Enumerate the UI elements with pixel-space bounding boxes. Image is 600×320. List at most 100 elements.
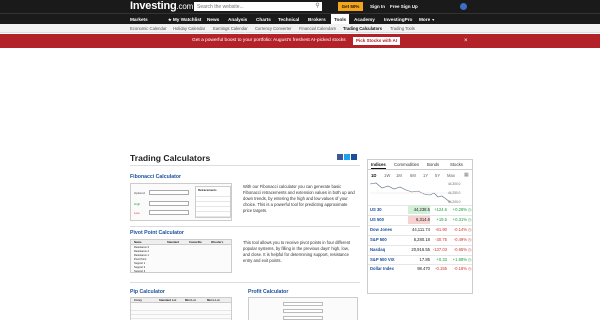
period-1m[interactable]: 1M (396, 173, 402, 178)
quote-change: -30.75 (435, 236, 447, 242)
period-6m[interactable]: 6M (410, 173, 416, 178)
title-divider (130, 165, 360, 166)
quote-name[interactable]: US 500 (370, 216, 384, 224)
period-5y[interactable]: 5Y (435, 173, 440, 178)
quote-name[interactable]: US 30 (370, 206, 382, 214)
clock-icon: ◷ (468, 216, 472, 222)
table-row[interactable]: US 500 6,314.6 +19.5 +0.31% ◷ (368, 214, 472, 224)
quote-change-pct: -0.49% (453, 236, 467, 242)
fibonacci-description: With our Fibonacci calculator you can ge… (243, 184, 355, 213)
clock-icon: ◷ (468, 246, 472, 252)
quote-change: +19.5 (436, 216, 447, 222)
period-max[interactable]: Max (447, 173, 455, 178)
pivot-col-woodies: Woodie's (211, 240, 224, 244)
table-row[interactable]: Nasdaq 20,916.55 -137.03 -0.65% ◷ (368, 244, 472, 254)
pip-thumbnail[interactable]: Crncy Standard Lot Mini Lot Micro Lot (130, 297, 232, 320)
pivot-row-label: Support 2 (134, 266, 146, 269)
subnav-currency-converter[interactable]: Currency Converter (255, 24, 292, 33)
clock-icon: ◷ (468, 207, 472, 212)
pivot-col-name: Name (134, 240, 142, 244)
fibonacci-calculator-link[interactable]: Fibonacci Calculator (130, 174, 181, 180)
quote-last: 44,111.74 (411, 226, 430, 232)
pivot-point-calculator-link[interactable]: Pivot Point Calculator (130, 230, 184, 236)
pip-calculator-link[interactable]: Pip Calculator (130, 289, 165, 295)
pip-col-micro: Micro Lot (207, 298, 220, 302)
period-1y[interactable]: 1Y (423, 173, 428, 178)
subnav-economic-calendar[interactable]: Economic Calendar (130, 24, 167, 33)
fib-input (149, 210, 189, 215)
table-row[interactable]: S&P 500 VIX 17.85 +0.33 +1.88% ◷ (368, 254, 472, 264)
quote-change-pct: +0.31% (452, 216, 467, 222)
pivot-row-label: Resistance 3 (134, 246, 149, 249)
quote-name[interactable]: Dollar Index (370, 265, 394, 273)
pivot-col-camarilla: Camarilla (189, 240, 202, 244)
quote-name[interactable]: S&P 500 (370, 236, 387, 244)
fib-input (149, 201, 189, 206)
pivot-col-standard: Standard (167, 240, 180, 244)
fib-label-low: Low (134, 211, 140, 215)
tab-bonds[interactable]: Bonds (427, 161, 439, 169)
logo[interactable]: Investing.com (130, 0, 193, 12)
pivot-row-label: Pivot Point (134, 258, 147, 261)
banner-text: Get a powerful boost to your portfolio: … (192, 38, 346, 43)
quote-last: 17.85 (419, 256, 430, 262)
pip-col-mini: Mini Lot (185, 298, 196, 302)
quote-last: 98.470 (417, 266, 430, 272)
pick-stocks-button[interactable]: Pick Stocks with AI (353, 37, 400, 45)
subnav-earnings-calendar[interactable]: Earnings Calendar (213, 24, 248, 33)
promo-banner: Get a powerful boost to your portfolio: … (0, 34, 600, 48)
axis-label: 44,300.0 (448, 182, 461, 186)
search-input[interactable] (194, 2, 322, 11)
fib-results: Retracements (195, 186, 231, 218)
subnav-holiday-calendar[interactable]: Holiday Calendar (173, 24, 205, 33)
clock-icon: ◷ (468, 256, 472, 262)
period-1d[interactable]: 1D (371, 173, 376, 178)
subnav-financial-calendars[interactable]: Financial Calendars (299, 24, 336, 33)
tab-commodities[interactable]: Commodities (394, 161, 419, 169)
sign-in-link[interactable]: Sign In (370, 2, 385, 11)
quote-change-pct: -0.16% (453, 266, 467, 272)
pivot-row-label: Support 3 (134, 270, 146, 273)
table-row[interactable]: Dow Jones 44,111.74 -61.90 -0.14% ◷ (368, 224, 472, 234)
profit-thumbnail[interactable] (248, 297, 358, 320)
quote-name[interactable]: Nasdaq (370, 246, 385, 254)
table-row[interactable]: Dollar Index 98.470 -0.155 -0.16% ◷ (368, 264, 472, 272)
quote-name[interactable]: S&P 500 VIX (370, 256, 395, 264)
fib-input (149, 190, 189, 195)
quote-name[interactable]: Dow Jones (370, 226, 392, 234)
search-icon[interactable]: ⚲ (313, 2, 322, 11)
quote-change: -137.03 (432, 246, 447, 252)
fibonacci-thumbnail[interactable]: Uptrend High Low Retracements (130, 183, 232, 221)
fib-results-header: Retracements (198, 188, 217, 192)
profit-calculator-link[interactable]: Profit Calculator (248, 289, 288, 295)
table-row[interactable]: S&P 500 6,280.18 -30.75 -0.49% ◷ (368, 234, 472, 244)
period-1w[interactable]: 1W (384, 173, 390, 178)
facebook-share-icon[interactable] (337, 154, 343, 160)
quotes-widget: Indices Commodities Bonds Stocks 1D 1W 1… (367, 159, 473, 294)
axis-label: 44,200.0 (448, 200, 461, 204)
section-divider (130, 226, 360, 227)
main-nav: Markets ★ My Watchlist News Analysis Cha… (0, 13, 600, 25)
table-row[interactable]: US 30 44,238.5 +124.6 +0.28% ◷ (368, 205, 472, 214)
fib-label-uptrend: Uptrend (134, 191, 145, 195)
quote-change-pct: -0.14% (453, 226, 467, 232)
quote-change-pct: +0.28% (452, 207, 467, 212)
pip-col-standard: Standard Lot (159, 298, 177, 302)
tab-indices[interactable]: Indices (371, 161, 386, 169)
close-icon[interactable]: × (464, 37, 468, 45)
tab-stocks[interactable]: Stocks (450, 161, 463, 169)
twitter-share-icon[interactable] (344, 154, 350, 160)
pivot-thumbnail[interactable]: Name Standard Camarilla Woodie's Resista… (130, 239, 232, 273)
language-flag-icon[interactable] (460, 3, 467, 10)
free-sign-up-link[interactable]: Free Sign Up (390, 2, 418, 11)
section-divider (130, 282, 360, 283)
subnav-trading-calculators[interactable]: Trading Calculators (343, 24, 382, 33)
quote-last: 44,238.5 (408, 206, 430, 214)
page-title: Trading Calculators (130, 153, 211, 163)
email-share-icon[interactable] (351, 154, 357, 160)
subnav-trading-tools[interactable]: Trading Tools (390, 24, 415, 33)
quote-change-pct: -0.65% (453, 246, 467, 252)
pivot-description: This tool allows you to receive pivot po… (243, 240, 351, 263)
expand-icon[interactable]: ▦ (464, 172, 469, 178)
offer-button[interactable]: Get 50% Off (338, 2, 363, 18)
